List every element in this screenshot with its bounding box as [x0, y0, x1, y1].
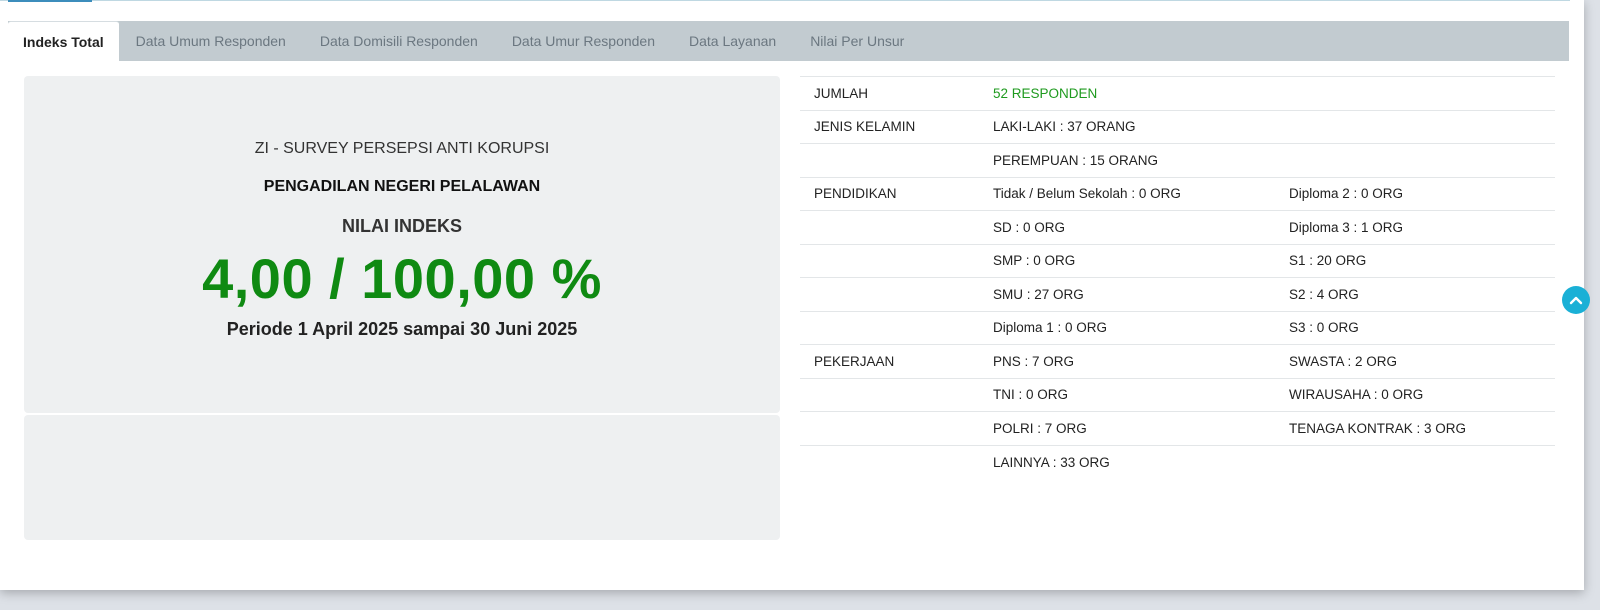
- row-label: [800, 411, 979, 445]
- tab-data-umum-responden[interactable]: Data Umum Responden: [119, 21, 303, 61]
- row-label: [800, 310, 979, 345]
- summary-panel-footer: [24, 415, 780, 540]
- row-value-1: Tidak / Belum Sekolah : 0 ORG: [979, 176, 1275, 211]
- table-row: PEKERJAAN PNS : 7 ORG SWASTA : 2 ORG: [800, 344, 1555, 378]
- index-summary-panel: ZI - SURVEY PERSEPSI ANTI KORUPSI PENGAD…: [24, 76, 780, 413]
- row-value-1: PEREMPUAN : 15 ORANG: [979, 143, 1275, 177]
- respondent-stats-table: JUMLAH 52 RESPONDEN JENIS KELAMIN LAKI-L…: [800, 76, 1555, 479]
- table-row: SMU : 27 ORG S2 : 4 ORG: [800, 277, 1555, 311]
- row-value-1: SD : 0 ORG: [979, 210, 1275, 244]
- court-name: PENGADILAN NEGERI PELALAWAN: [263, 178, 541, 195]
- row-value-1: SMU : 27 ORG: [979, 277, 1275, 311]
- row-value-1: TNI : 0 ORG: [979, 377, 1275, 412]
- survey-title: ZI - SURVEY PERSEPSI ANTI KORUPSI: [254, 140, 550, 157]
- tab-data-layanan[interactable]: Data Layanan: [672, 21, 793, 61]
- scroll-to-top-button[interactable]: [1562, 286, 1590, 314]
- row-label: [800, 210, 979, 244]
- row-value-2: [1275, 143, 1555, 177]
- row-value-2: Diploma 2 : 0 ORG: [1275, 176, 1555, 211]
- row-label: [800, 377, 979, 412]
- table-row: PENDIDIKAN Tidak / Belum Sekolah : 0 ORG…: [800, 176, 1555, 211]
- row-value-1: Diploma 1 : 0 ORG: [979, 310, 1275, 345]
- table-row: SD : 0 ORG Diploma 3 : 1 ORG: [800, 210, 1555, 244]
- table-row: JUMLAH 52 RESPONDEN: [800, 76, 1555, 110]
- row-value-2: [1275, 444, 1555, 479]
- row-label: PEKERJAAN: [800, 344, 979, 378]
- row-value-2: S1 : 20 ORG: [1275, 243, 1555, 278]
- table-row: TNI : 0 ORG WIRAUSAHA : 0 ORG: [800, 377, 1555, 412]
- top-accent-bar: [8, 0, 92, 2]
- row-label: [800, 277, 979, 311]
- table-row: POLRI : 7 ORG TENAGA KONTRAK : 3 ORG: [800, 411, 1555, 445]
- row-value-2: SWASTA : 2 ORG: [1275, 344, 1555, 378]
- table-row: Diploma 1 : 0 ORG S3 : 0 ORG: [800, 310, 1555, 345]
- respondent-count: 52 RESPONDEN: [979, 76, 1275, 110]
- row-label: JENIS KELAMIN: [800, 109, 979, 144]
- tab-data-domisili-responden[interactable]: Data Domisili Responden: [303, 21, 495, 61]
- top-divider: [0, 0, 1570, 1]
- row-value-2: S3 : 0 ORG: [1275, 310, 1555, 345]
- row-value-2: TENAGA KONTRAK : 3 ORG: [1275, 411, 1555, 445]
- table-row: LAINNYA : 33 ORG: [800, 444, 1555, 479]
- row-value-1: POLRI : 7 ORG: [979, 411, 1275, 445]
- row-value-2: WIRAUSAHA : 0 ORG: [1275, 377, 1555, 412]
- row-label: [800, 243, 979, 278]
- page-card: Indeks Total Data Umum Responden Data Do…: [0, 0, 1584, 590]
- chevron-up-icon: [1569, 296, 1583, 305]
- row-label: PENDIDIKAN: [800, 176, 979, 211]
- tab-data-umur-responden[interactable]: Data Umur Responden: [495, 21, 672, 61]
- row-label: JUMLAH: [800, 76, 979, 110]
- row-value-1: LAINNYA : 33 ORG: [979, 444, 1275, 479]
- survey-period: Periode 1 April 2025 sampai 30 Juni 2025: [226, 319, 578, 339]
- index-value: 4,00 / 100,00 %: [202, 247, 602, 310]
- index-label: NILAI INDEKS: [341, 216, 462, 236]
- tab-indeks-total[interactable]: Indeks Total: [8, 21, 119, 61]
- table-row: PEREMPUAN : 15 ORANG: [800, 143, 1555, 177]
- row-value-1: PNS : 7 ORG: [979, 344, 1275, 378]
- row-value-2: [1275, 76, 1555, 110]
- row-value-1: LAKI-LAKI : 37 ORANG: [979, 109, 1275, 144]
- row-value-2: S2 : 4 ORG: [1275, 277, 1555, 311]
- tab-nilai-per-unsur[interactable]: Nilai Per Unsur: [793, 21, 921, 61]
- table-row: SMP : 0 ORG S1 : 20 ORG: [800, 243, 1555, 278]
- row-value-1: SMP : 0 ORG: [979, 243, 1275, 278]
- row-label: [800, 444, 979, 479]
- table-row: JENIS KELAMIN LAKI-LAKI : 37 ORANG: [800, 109, 1555, 144]
- tab-bar: Indeks Total Data Umum Responden Data Do…: [8, 21, 1569, 61]
- row-label: [800, 143, 979, 177]
- row-value-2: [1275, 109, 1555, 144]
- row-value-2: Diploma 3 : 1 ORG: [1275, 210, 1555, 244]
